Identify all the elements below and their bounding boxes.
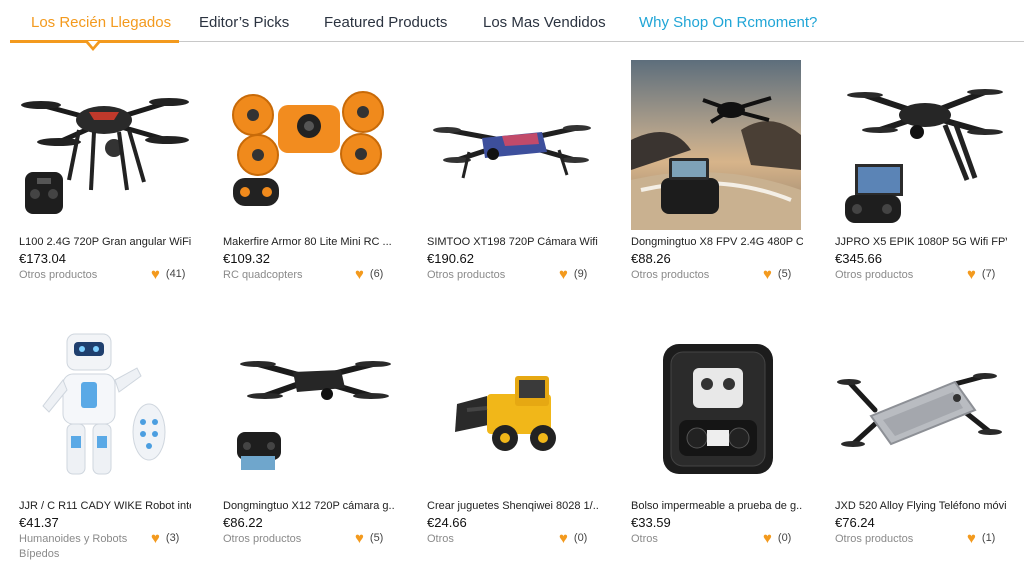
product-name[interactable]: L100 2.4G 720P Gran angular WiFi... [19, 236, 191, 248]
heart-icon[interactable]: ♥ [763, 266, 772, 283]
like-count: (5) [369, 532, 384, 544]
product-image[interactable] [835, 324, 1005, 494]
tab-new-arrivals[interactable]: Los Recién Llegados [31, 14, 171, 31]
active-tab-caret [86, 41, 100, 51]
product-image[interactable] [223, 60, 393, 230]
product-price: €109.32 [223, 251, 270, 266]
product-card[interactable]: Bolso impermeable a prueba de g... €33.5… [631, 324, 811, 547]
like-count: (9) [573, 268, 588, 280]
product-category[interactable]: Otros [631, 532, 766, 547]
wishlist-count[interactable]: ♥ (7) [967, 266, 995, 283]
wishlist-count[interactable]: ♥ (9) [559, 266, 587, 283]
product-name[interactable]: Crear juguetes Shenqiwei 8028 1/... [427, 500, 599, 512]
like-count: (41) [165, 268, 186, 280]
wishlist-count[interactable]: ♥ (1) [967, 530, 995, 547]
like-count: (0) [573, 532, 588, 544]
product-category[interactable]: Otros productos [427, 268, 562, 283]
wishlist-count[interactable]: ♥ (41) [151, 266, 185, 283]
like-count: (0) [777, 532, 792, 544]
like-count: (1) [981, 532, 996, 544]
like-count: (5) [777, 268, 792, 280]
like-count: (6) [369, 268, 384, 280]
product-price: €173.04 [19, 251, 66, 266]
wishlist-count[interactable]: ♥ (5) [763, 266, 791, 283]
product-name[interactable]: Makerfire Armor 80 Lite Mini RC ... [223, 236, 395, 248]
product-image[interactable] [427, 324, 597, 494]
product-category[interactable]: Otros productos [223, 532, 358, 547]
product-card[interactable]: JJPRO X5 EPIK 1080P 5G Wifi FPV C... €34… [835, 60, 1015, 283]
product-image[interactable] [427, 60, 597, 230]
heart-icon[interactable]: ♥ [559, 266, 568, 283]
product-image[interactable] [19, 60, 189, 230]
heart-icon[interactable]: ♥ [967, 266, 976, 283]
wishlist-count[interactable]: ♥ (6) [355, 266, 383, 283]
product-price: €76.24 [835, 515, 875, 530]
like-count: (7) [981, 268, 996, 280]
heart-icon[interactable]: ♥ [967, 530, 976, 547]
product-card[interactable]: Dongmingtuo X8 FPV 2.4G 480P C... €88.26… [631, 60, 811, 283]
product-image[interactable] [223, 324, 393, 494]
heart-icon[interactable]: ♥ [355, 530, 364, 547]
product-image[interactable] [631, 324, 801, 494]
product-price: €88.26 [631, 251, 671, 266]
product-name[interactable]: Bolso impermeable a prueba de g... [631, 500, 803, 512]
product-card[interactable]: JJR / C R11 CADY WIKE Robot inteli... €4… [19, 324, 199, 560]
tab-best-sellers[interactable]: Los Mas Vendidos [483, 14, 606, 31]
product-category[interactable]: Humanoides y Robots Bípedos [19, 532, 154, 562]
product-price: €86.22 [223, 515, 263, 530]
heart-icon[interactable]: ♥ [355, 266, 364, 283]
product-name[interactable]: SIMTOO XT198 720P Cámara Wifi ... [427, 236, 599, 248]
category-tab-bar: Los Recién Llegados Editor’s Picks Featu… [0, 0, 1024, 51]
wishlist-count[interactable]: ♥ (3) [151, 530, 179, 547]
product-name[interactable]: JXD 520 Alloy Flying Teléfono móvi... [835, 500, 1007, 512]
product-category[interactable]: RC quadcopters [223, 268, 358, 283]
product-card[interactable]: Crear juguetes Shenqiwei 8028 1/... €24.… [427, 324, 607, 547]
wishlist-count[interactable]: ♥ (0) [763, 530, 791, 547]
product-card[interactable]: JXD 520 Alloy Flying Teléfono móvi... €7… [835, 324, 1015, 547]
product-card[interactable]: SIMTOO XT198 720P Cámara Wifi ... €190.6… [427, 60, 607, 283]
product-price: €190.62 [427, 251, 474, 266]
product-name[interactable]: JJR / C R11 CADY WIKE Robot inteli... [19, 500, 191, 512]
product-name[interactable]: Dongmingtuo X12 720P cámara g... [223, 500, 395, 512]
tab-editors-picks[interactable]: Editor’s Picks [199, 14, 289, 31]
product-category[interactable]: Otros productos [19, 268, 154, 283]
product-card[interactable]: Dongmingtuo X12 720P cámara g... €86.22 … [223, 324, 403, 547]
product-card[interactable]: L100 2.4G 720P Gran angular WiFi... €173… [19, 60, 199, 283]
product-category[interactable]: Otros productos [835, 268, 970, 283]
heart-icon[interactable]: ♥ [559, 530, 568, 547]
product-image[interactable] [19, 324, 189, 494]
product-card[interactable]: Makerfire Armor 80 Lite Mini RC ... €109… [223, 60, 403, 283]
product-price: €24.66 [427, 515, 467, 530]
wishlist-count[interactable]: ♥ (0) [559, 530, 587, 547]
product-category[interactable]: Otros [427, 532, 562, 547]
heart-icon[interactable]: ♥ [151, 266, 160, 283]
tab-why-shop[interactable]: Why Shop On Rcmoment? [639, 14, 817, 31]
product-price: €345.66 [835, 251, 882, 266]
heart-icon[interactable]: ♥ [151, 530, 160, 547]
product-name[interactable]: Dongmingtuo X8 FPV 2.4G 480P C... [631, 236, 803, 248]
tab-featured-products[interactable]: Featured Products [324, 14, 447, 31]
product-name[interactable]: JJPRO X5 EPIK 1080P 5G Wifi FPV C... [835, 236, 1007, 248]
product-price: €41.37 [19, 515, 59, 530]
product-category[interactable]: Otros productos [835, 532, 970, 547]
like-count: (3) [165, 532, 180, 544]
heart-icon[interactable]: ♥ [763, 530, 772, 547]
product-image[interactable] [835, 60, 1005, 230]
product-image[interactable] [631, 60, 801, 230]
wishlist-count[interactable]: ♥ (5) [355, 530, 383, 547]
product-price: €33.59 [631, 515, 671, 530]
product-category[interactable]: Otros productos [631, 268, 766, 283]
